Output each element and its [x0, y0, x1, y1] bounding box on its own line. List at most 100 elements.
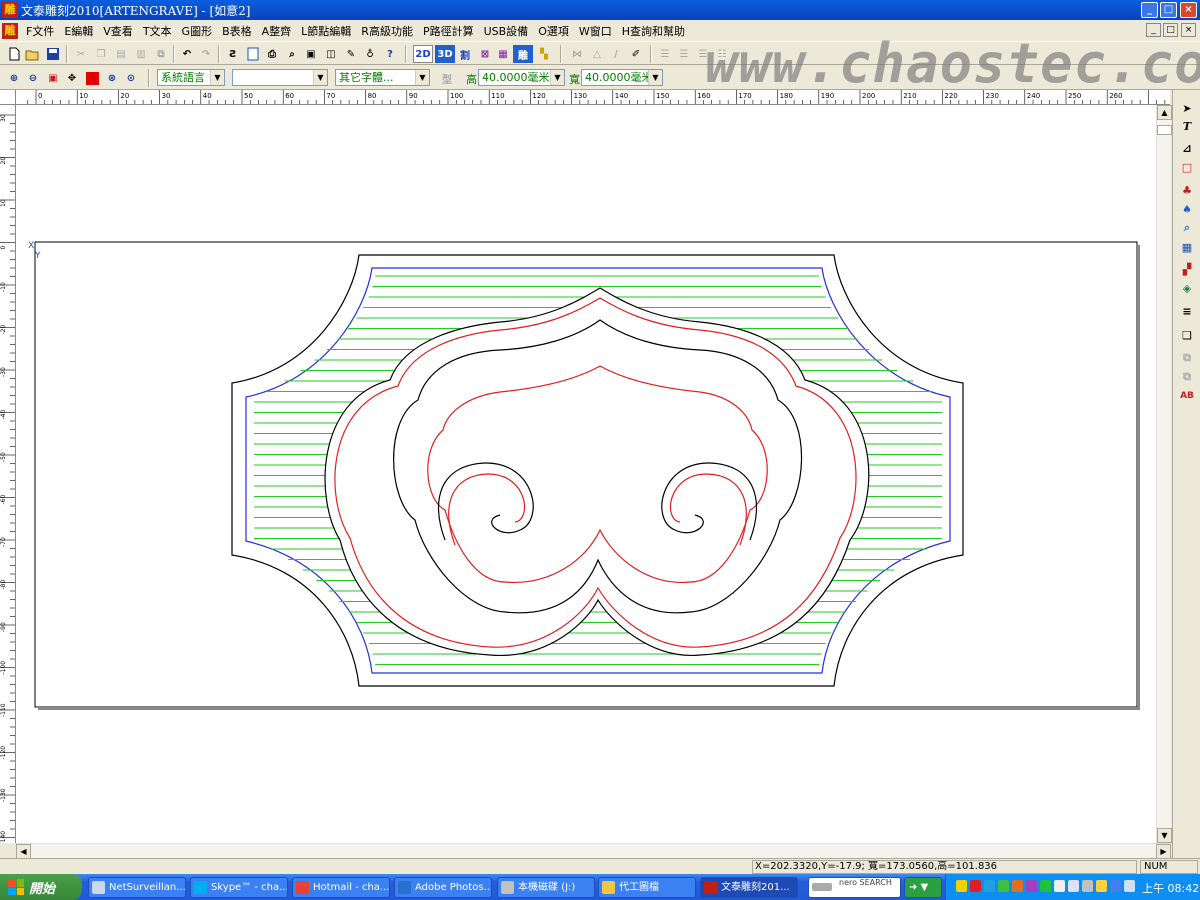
menu-help[interactable]: H查詢和幫助 [617, 23, 690, 39]
close-button[interactable]: × [1180, 2, 1197, 18]
vertical-ruler[interactable]: 30 20 10 0 -10 -20 -30 -40 -50 -60 -70 -80 -90 -100 -1… [0, 105, 16, 843]
font2-select[interactable]: 其它字體... ▼ [335, 69, 430, 86]
menu-edit[interactable]: E編輯 [59, 23, 98, 39]
properties-icon[interactable]: ≡ [1178, 302, 1196, 320]
cut-icon[interactable]: ✂ [72, 45, 90, 63]
width-select[interactable]: 40.0000毫米 ▼ [581, 69, 663, 86]
menu-table[interactable]: B表格 [217, 23, 257, 39]
zoom-previous-icon[interactable]: ⊙ [122, 69, 140, 87]
align-left-icon[interactable]: ☰ [656, 45, 674, 63]
clock[interactable]: 上午 08:42 [1142, 880, 1199, 896]
layer-down-icon[interactable]: ⧉ [1178, 368, 1196, 386]
eyedropper-icon[interactable]: ✎ [342, 45, 360, 63]
taskbar-task[interactable]: Adobe Photos... [394, 877, 492, 898]
messenger-tray-icon[interactable] [998, 880, 1009, 892]
menu-arrange[interactable]: A整齊 [257, 23, 297, 39]
menu-file[interactable]: F文件 [21, 23, 59, 39]
scroll-right-icon[interactable]: ▶ [1156, 844, 1171, 859]
update-tray-icon[interactable] [1012, 880, 1023, 892]
mode-pattern-icon[interactable]: ▦ [494, 45, 512, 63]
zoom-out-icon[interactable]: ⊖ [24, 69, 42, 87]
app-tray-icon[interactable] [1026, 880, 1037, 892]
drawing-canvas[interactable]: X Y [16, 105, 1156, 843]
font-select[interactable]: ▼ [232, 69, 328, 86]
path-icon[interactable]: Ƨ [224, 45, 242, 63]
table-tool-icon[interactable]: ▦ [1178, 238, 1196, 256]
shape-tool-icon[interactable]: ♣ [1178, 181, 1196, 199]
taskbar-task[interactable]: Hotmail - cha... [292, 877, 390, 898]
language-select[interactable]: 系統語言 ▼ [157, 69, 225, 86]
page-setup-icon[interactable] [244, 45, 262, 63]
print-preview-icon[interactable]: ⌕ [283, 45, 301, 63]
network-tray-icon[interactable] [984, 880, 995, 892]
align-center-icon[interactable]: ☰ [675, 45, 693, 63]
height-select[interactable]: 40.0000毫米 ▼ [478, 69, 565, 86]
go-button[interactable]: ➜ ▼ [904, 877, 942, 898]
frame-icon[interactable]: ◫ [322, 45, 340, 63]
clone-icon[interactable]: ⧉ [152, 45, 170, 63]
taskbar-task[interactable]: 代工圖檔 [598, 877, 696, 898]
zoom-page-icon[interactable]: ▣ [44, 69, 62, 87]
help-icon[interactable]: ? [381, 45, 399, 63]
menu-path-calc[interactable]: P路徑計算 [418, 23, 479, 39]
redo-icon[interactable]: ↷ [197, 45, 215, 63]
horizontal-scrollbar[interactable]: ◀ ▶ [16, 843, 1171, 859]
taskbar-task[interactable]: Skype™ - cha... [190, 877, 288, 898]
nero-search-box[interactable]: nero SEARCH [808, 877, 901, 898]
vertical-scrollbar[interactable]: ▲ ▼ [1156, 105, 1172, 843]
preview-page-icon[interactable]: ▣ [302, 45, 320, 63]
scroll-up-icon[interactable]: ▲ [1157, 105, 1172, 120]
security-tray-icon[interactable] [1040, 880, 1051, 892]
menu-options[interactable]: O選項 [533, 23, 574, 39]
page-tool-icon[interactable]: ❏ [1178, 326, 1196, 344]
type-icon[interactable]: 型 [438, 69, 456, 87]
select-arrow-icon[interactable]: ➤ [1178, 99, 1196, 117]
start-button[interactable]: 開始 [0, 874, 82, 900]
taskbar-task[interactable]: NetSurveillan... [88, 877, 186, 898]
rectangle-tool-icon[interactable]: □ [1178, 158, 1196, 176]
weld-icon[interactable]: ⋈ [568, 45, 586, 63]
text-tool-icon[interactable]: T [1178, 117, 1196, 135]
menu-advanced[interactable]: R高級功能 [356, 23, 418, 39]
taskbar-task[interactable]: 本機磁碟 (J:) [497, 877, 595, 898]
title-bar[interactable]: 雕 文泰雕刻2010[ARTENGRAVE] - [如意2] _ □ × [0, 0, 1200, 20]
scroll-thumb[interactable] [1157, 125, 1172, 135]
display-tray-icon[interactable] [1110, 880, 1121, 892]
document-icon[interactable]: 雕 [2, 22, 18, 39]
italic-icon[interactable]: / [607, 45, 625, 63]
color-palette-icon[interactable]: ▞ [1178, 260, 1196, 278]
zoom-tool-icon[interactable]: ⌕ [1178, 219, 1196, 237]
tool-path-icon[interactable]: ▚ [535, 45, 553, 63]
paste-icon[interactable]: ▤ [112, 45, 130, 63]
edit-box-icon[interactable]: ✐ [627, 45, 645, 63]
menu-view[interactable]: V查看 [98, 23, 138, 39]
minimize-button[interactable]: _ [1141, 2, 1158, 18]
mode-inlay-icon[interactable]: ⊠ [476, 45, 494, 63]
fill-tool-icon[interactable]: ♠ [1178, 200, 1196, 218]
adobe-tray-icon[interactable] [970, 880, 981, 892]
skype-tray-icon[interactable] [1068, 880, 1079, 892]
new-file-icon[interactable] [5, 45, 23, 63]
shield-tray-icon[interactable] [956, 880, 967, 892]
usb-tray-icon[interactable] [1082, 880, 1093, 892]
volume-tray-icon[interactable] [1054, 880, 1065, 892]
menu-window[interactable]: W窗口 [574, 23, 617, 39]
menu-text[interactable]: T文本 [138, 23, 177, 39]
node-edit-icon[interactable]: ⊿ [1178, 139, 1196, 157]
menu-graphics[interactable]: G圖形 [177, 23, 218, 39]
paint-bucket-icon[interactable]: ◈ [1178, 279, 1196, 297]
zoom-selection-icon[interactable]: ⊗ [103, 69, 121, 87]
pan-icon[interactable]: ✥ [63, 69, 81, 87]
horizontal-ruler[interactable]: 0 10 20 30 40 50 60 70 80 90 100 110 120 130 140 150 160… [16, 90, 1170, 105]
paste-special-icon[interactable]: ▥ [132, 45, 150, 63]
text-style-icon[interactable]: AB [1178, 387, 1196, 405]
copy-icon[interactable]: ❐ [92, 45, 110, 63]
scroll-down-icon[interactable]: ▼ [1157, 828, 1172, 843]
save-icon[interactable] [44, 45, 62, 63]
mode-engrave-button[interactable]: 雕 [513, 45, 533, 63]
zoom-in-icon[interactable]: ⊕ [5, 69, 23, 87]
menu-usb[interactable]: USB設備 [479, 23, 534, 39]
mode-cut-button[interactable]: 割 [456, 45, 474, 63]
light-bulb-icon[interactable]: ♁ [361, 45, 379, 63]
scroll-left-icon[interactable]: ◀ [16, 844, 31, 859]
